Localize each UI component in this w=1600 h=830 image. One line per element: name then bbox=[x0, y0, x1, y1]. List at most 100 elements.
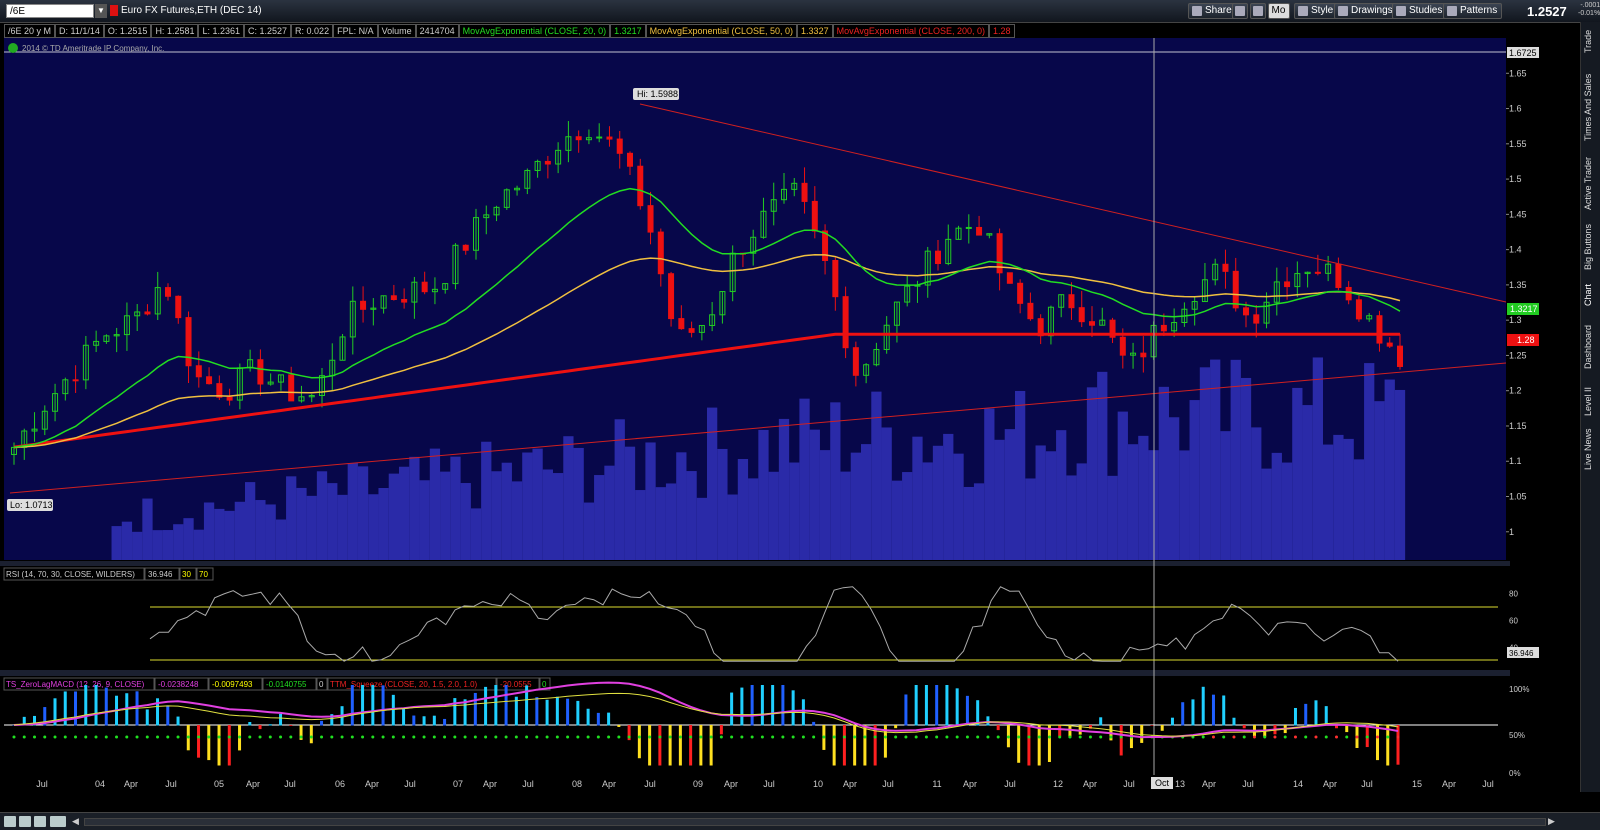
squeeze-dot bbox=[1068, 735, 1072, 739]
pane-divider[interactable] bbox=[0, 670, 1510, 676]
squeeze-dot bbox=[453, 735, 457, 739]
sidebar-tab-trade[interactable]: Trade bbox=[1583, 28, 1599, 54]
volume-bar bbox=[594, 475, 605, 560]
scroll-right-icon[interactable]: ▶ bbox=[1548, 816, 1558, 826]
candle-body bbox=[1140, 352, 1147, 358]
squeeze-dot bbox=[1088, 735, 1092, 739]
volume-bar bbox=[121, 521, 133, 560]
zoom-in-icon[interactable] bbox=[4, 816, 16, 827]
time-axis-label: Apr bbox=[483, 779, 497, 789]
chart-period[interactable]: /6E 20 y M bbox=[4, 24, 56, 38]
sidebar-tab-chart[interactable]: Chart bbox=[1583, 280, 1599, 310]
symbol-input[interactable] bbox=[6, 4, 94, 18]
macd-bar bbox=[1037, 725, 1041, 766]
pane-divider[interactable] bbox=[0, 561, 1510, 566]
studies-button[interactable]: Studies bbox=[1392, 3, 1448, 19]
macd-bar bbox=[617, 725, 621, 727]
wrench-icon bbox=[1253, 6, 1263, 16]
volume-bar bbox=[1179, 450, 1190, 560]
volume-bar bbox=[973, 483, 985, 560]
volume-bar bbox=[1025, 478, 1036, 560]
sidebar-tab-dashboard[interactable]: Dashboard bbox=[1583, 322, 1599, 372]
squeeze-dot bbox=[238, 735, 242, 739]
price-axis-label: 1.2 bbox=[1509, 386, 1522, 396]
wrench-button[interactable] bbox=[1250, 3, 1266, 19]
settings-button[interactable] bbox=[1232, 3, 1248, 19]
macd-bar bbox=[914, 685, 918, 726]
volume-bar bbox=[963, 486, 974, 560]
macd-bar bbox=[289, 725, 293, 726]
candle-body bbox=[627, 152, 633, 167]
macd-bar bbox=[422, 716, 426, 726]
style-button[interactable]: Style bbox=[1294, 3, 1339, 19]
squeeze-dot bbox=[842, 735, 846, 739]
macd-bar bbox=[1211, 694, 1215, 726]
sidebar-tab-level-ii[interactable]: Level II bbox=[1583, 384, 1599, 418]
squeeze-dot bbox=[1365, 735, 1369, 739]
macd-bar bbox=[84, 685, 88, 726]
price-axis-label: 1.55 bbox=[1509, 139, 1527, 149]
candle-body bbox=[288, 374, 295, 402]
volume-bar bbox=[748, 478, 759, 560]
patterns-button[interactable]: Patterns bbox=[1443, 3, 1503, 19]
squeeze-dot bbox=[566, 735, 570, 739]
volume-bar bbox=[563, 436, 574, 560]
candle-body bbox=[421, 281, 428, 293]
volume-bar bbox=[234, 501, 245, 560]
squeeze-dot bbox=[617, 735, 621, 739]
squeeze-dot bbox=[156, 735, 160, 739]
candle-body bbox=[1386, 342, 1393, 347]
timeframe-button[interactable]: Mo bbox=[1268, 3, 1290, 19]
zoom-icon[interactable] bbox=[19, 816, 31, 827]
squeeze-dot bbox=[791, 735, 795, 739]
volume-bar bbox=[655, 487, 666, 560]
chart-canvas[interactable]: Hi: 1.5988 Lo: 1.0713 2014 © TD Ameritra… bbox=[0, 22, 1600, 814]
candle-body bbox=[647, 205, 654, 233]
squeeze-dot bbox=[391, 735, 395, 739]
sidebar-tab-active-trader[interactable]: Active Trader bbox=[1583, 152, 1599, 214]
candle-body bbox=[1078, 307, 1085, 323]
symbol-dropdown-icon[interactable]: ▼ bbox=[95, 4, 107, 18]
rsi-pane[interactable] bbox=[4, 567, 1506, 669]
macd-bar bbox=[309, 725, 313, 744]
volume-bar bbox=[275, 519, 287, 560]
sidebar-tab-live-news[interactable]: Live News bbox=[1583, 426, 1599, 472]
squeeze-dot bbox=[330, 735, 334, 739]
macd-bar bbox=[1058, 725, 1062, 737]
volume-bar bbox=[1117, 411, 1128, 560]
macd-bar bbox=[1170, 717, 1174, 726]
squeeze-dot bbox=[227, 735, 231, 739]
bottom-toolbar: ◀ ▶ bbox=[0, 812, 1600, 830]
squeeze-dot bbox=[986, 735, 990, 739]
expand-icon[interactable] bbox=[50, 816, 66, 827]
macd-bar bbox=[863, 725, 867, 766]
macd-bar bbox=[576, 700, 580, 726]
scroll-left-icon[interactable]: ◀ bbox=[72, 816, 82, 826]
sidebar-tab-big-buttons[interactable]: Big Buttons bbox=[1583, 222, 1599, 272]
volume-bar bbox=[635, 490, 646, 560]
drawings-button[interactable]: Drawings bbox=[1334, 3, 1398, 19]
macd-bar bbox=[443, 718, 447, 726]
squeeze-dot bbox=[473, 735, 477, 739]
sidebar-tab-times-and-sales[interactable]: Times And Sales bbox=[1583, 68, 1599, 146]
time-axis-label: Apr bbox=[843, 779, 857, 789]
symbol-description: Euro FX Futures,ETH (DEC 14) bbox=[121, 5, 262, 16]
volume-bar bbox=[316, 471, 328, 560]
volume-bar bbox=[337, 494, 348, 560]
volume-bar bbox=[460, 483, 471, 560]
squeeze-dot bbox=[309, 735, 313, 739]
candle-body bbox=[822, 230, 829, 262]
squeeze-dot bbox=[1273, 735, 1277, 739]
candle-body bbox=[175, 295, 182, 319]
squeeze-dot bbox=[771, 735, 775, 739]
volume-bar bbox=[296, 487, 307, 560]
squeeze-dot bbox=[689, 735, 693, 739]
macd-bar bbox=[176, 716, 180, 726]
pan-icon[interactable] bbox=[34, 816, 46, 827]
squeeze-dot bbox=[74, 735, 78, 739]
price-axis[interactable]: 1.65 1.6 1.55 1.5 1.45 1.4 1.35 1.3 1.25 1.2 1.15 1… bbox=[1506, 68, 1527, 537]
share-button[interactable]: Share bbox=[1188, 3, 1237, 19]
macd-bar bbox=[1150, 725, 1154, 726]
horizontal-scrollbar[interactable] bbox=[84, 818, 1546, 826]
candle-body bbox=[185, 317, 192, 367]
